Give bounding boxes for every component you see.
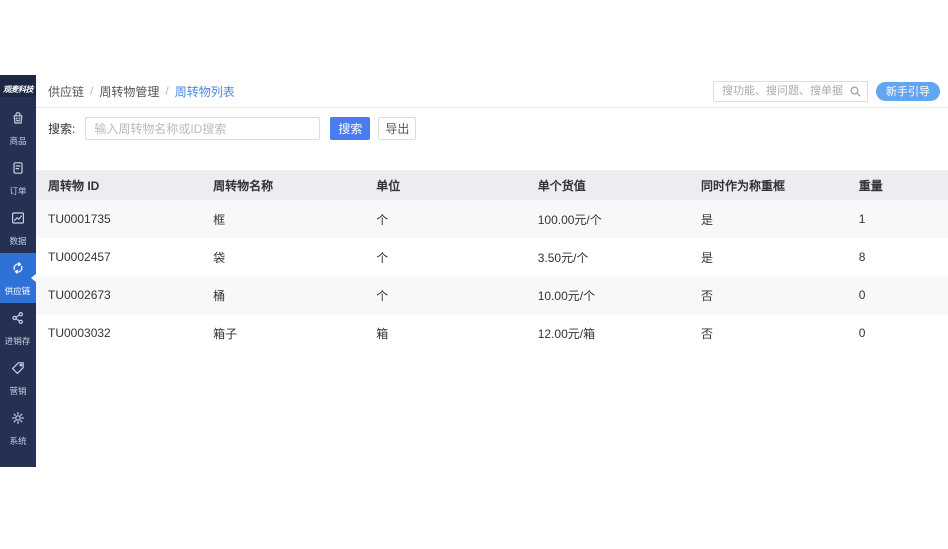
sidebar-item-goods[interactable]: 商品 [0,103,36,153]
table-cell: 框 [213,212,226,227]
goods-bag-icon [10,110,26,131]
sidebar-item-label: 进销存 [5,335,31,346]
table-cell: TU0003032 [48,326,111,340]
table-cell: TU0002457 [48,250,111,264]
newbie-guide-button[interactable]: 新手引导 [876,81,940,101]
table-cell: 个 [376,212,389,227]
turnover-search-input[interactable] [85,117,321,140]
sidebar-item-orders[interactable]: 订单 [0,153,36,203]
marketing-tag-icon [10,360,26,381]
breadcrumb-separator: / [165,84,169,98]
table-cell: 1 [858,212,866,226]
column-header: 单个货值 [537,178,586,193]
table-row[interactable]: TU0002673 桶 个 10.00元/个 否 0 [36,276,948,314]
inventory-nodes-icon [10,310,26,331]
table-cell: 否 [700,288,713,303]
sidebar: 观麦科技 商品 订单 数据 供应链 进销存 营销 系统 [0,75,36,467]
main-content: 供应链 / 周转物管理 / 周转物列表 新手引导 搜索: 搜索 导出 周转 [36,75,948,352]
export-button[interactable]: 导出 [378,117,417,140]
table-cell: 袋 [213,250,226,265]
sidebar-item-inventory[interactable]: 进销存 [0,303,36,353]
table-row[interactable]: TU0001735 框 个 100.00元/个 是 1 [36,200,948,238]
table-row[interactable]: TU0002457 袋 个 3.50元/个 是 8 [36,238,948,276]
table-cell: 箱 [376,326,389,341]
table-cell: 10.00元/个 [537,288,596,303]
sidebar-item-marketing[interactable]: 营销 [0,353,36,403]
column-header: 周转物名称 [213,178,274,193]
order-doc-icon [10,160,26,181]
sidebar-nav: 商品 订单 数据 供应链 进销存 营销 系统 [0,97,36,453]
app-logo: 观麦科技 [0,75,36,97]
table-cell: 否 [700,326,713,341]
sidebar-item-label: 系统 [9,435,27,446]
breadcrumb-current: 周转物列表 [174,84,235,99]
table-cell: 个 [376,288,389,303]
column-header: 同时作为称重框 [700,178,785,193]
sidebar-item-supply-chain[interactable]: 供应链 [0,253,36,303]
data-chart-icon [10,210,26,231]
column-header: 单位 [376,178,401,193]
breadcrumb-item[interactable]: 周转物管理 [99,83,159,100]
breadcrumb-item[interactable]: 供应链 [48,83,84,100]
table-row[interactable]: TU0003032 箱子 箱 12.00元/箱 否 0 [36,314,948,352]
table-cell: 3.50元/个 [537,250,589,265]
global-search [713,80,868,102]
table-cell: 是 [700,250,713,265]
top-right-controls: 新手引导 [713,80,940,102]
table-header-row: 周转物 ID 周转物名称 单位 单个货值 同时作为称重框 重量 [36,170,948,200]
filter-label: 搜索: [48,122,76,136]
table-cell: 8 [858,250,866,264]
table-cell: 0 [858,326,866,340]
column-header: 重量 [858,178,883,193]
sidebar-item-system[interactable]: 系统 [0,403,36,453]
table-cell: 桶 [213,288,226,303]
system-gear-icon [10,410,26,431]
breadcrumb-separator: / [90,84,94,98]
breadcrumb: 供应链 / 周转物管理 / 周转物列表 [48,83,235,100]
sidebar-item-label: 数据 [9,235,27,246]
filter-bar: 搜索: 搜索 导出 [36,108,948,141]
column-header: 周转物 ID [48,178,100,193]
turnover-table: 周转物 ID 周转物名称 单位 单个货值 同时作为称重框 重量 TU000173… [36,170,948,352]
search-icon[interactable] [849,85,862,98]
table-cell: TU0002673 [48,288,111,302]
table-cell: 0 [858,288,866,302]
top-bar: 供应链 / 周转物管理 / 周转物列表 新手引导 [36,75,948,108]
table-cell: 100.00元/个 [537,212,602,227]
sidebar-item-label: 供应链 [5,285,31,296]
table-cell: 箱子 [213,326,238,341]
table-cell: 是 [700,212,713,227]
supply-chain-cycle-icon [10,260,26,281]
sidebar-item-label: 营销 [9,385,27,396]
table-cell: 12.00元/箱 [537,326,596,341]
sidebar-item-label: 订单 [9,185,27,196]
app-canvas: 观麦科技 商品 订单 数据 供应链 进销存 营销 系统 供应链 / 周转物管理 … [0,0,948,549]
table-cell: TU0001735 [48,212,111,226]
sidebar-item-label: 商品 [9,135,27,146]
table-cell: 个 [376,250,389,265]
sidebar-item-data[interactable]: 数据 [0,203,36,253]
search-button[interactable]: 搜索 [330,117,371,140]
table-body: TU0001735 框个 100.00元/个是 1 TU0002457 袋个 3.50元/个… [36,200,948,352]
global-search-input[interactable] [713,80,868,102]
